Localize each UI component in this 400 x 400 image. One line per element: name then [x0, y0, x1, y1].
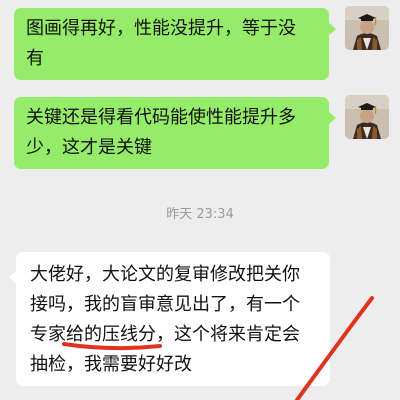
- message-bubble-outgoing[interactable]: 关键还是得看代码能使性能提升多 少，这才是关键: [14, 97, 336, 169]
- message-bubble-incoming[interactable]: 大佬好，大论文的复审修改把关你 接吗，我的盲审意见出了，有一个 专家给的压线分，…: [9, 252, 330, 386]
- message-text: 大佬好，大论文的复审修改把关你 接吗，我的盲审意见出了，有一个 专家给的压线分，…: [30, 264, 300, 375]
- avatar-portrait-icon: [345, 95, 389, 139]
- message-timestamp: 昨天 23:34: [166, 207, 234, 222]
- avatar-portrait-icon: [345, 6, 389, 50]
- avatar[interactable]: [345, 95, 389, 139]
- message-text: 关键还是得看代码能使性能提升多 少，这才是关键: [26, 107, 296, 158]
- avatar[interactable]: [345, 6, 389, 50]
- message-bubble-outgoing[interactable]: 图画得再好，性能没提升，等于没 有: [14, 8, 336, 80]
- message-text: 图画得再好，性能没提升，等于没 有: [26, 18, 296, 69]
